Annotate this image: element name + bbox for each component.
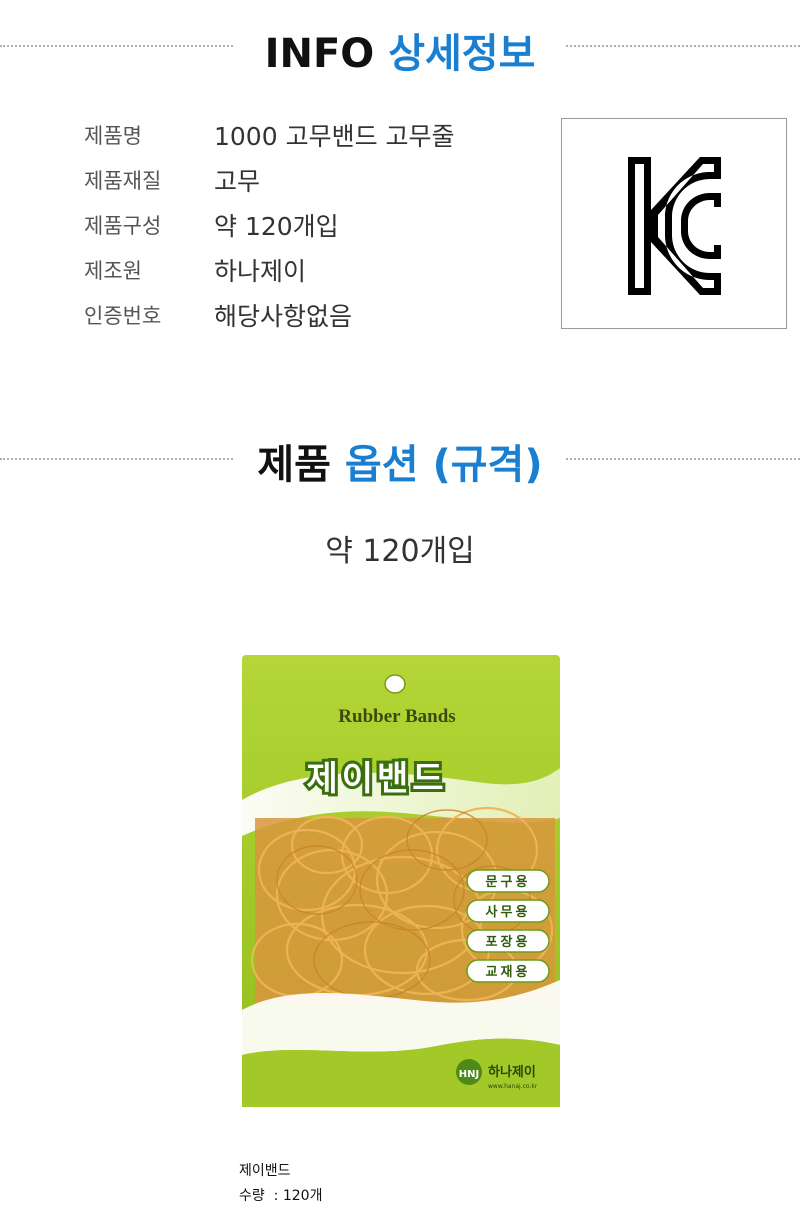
info-row-material: 제품재질 고무 [84, 157, 455, 202]
info-title-latin: INFO [264, 31, 375, 77]
caption-qty-separator: : [264, 1188, 283, 1204]
info-label: 제품구성 [84, 213, 162, 238]
info-row-manufacturer: 제조원 하나제이 [84, 247, 455, 292]
caption-quantity: 수량 : 120개 [239, 1185, 322, 1205]
use-label-text: 사무용 [486, 904, 531, 920]
maker-url: www.hanaj.co.kr [488, 1083, 538, 1090]
caption-qty-label: 수량 [239, 1188, 265, 1204]
kc-certification-box [561, 118, 787, 329]
use-label-text: 포장용 [486, 934, 531, 950]
use-label-text: 교재용 [486, 964, 531, 980]
info-label: 제조원 [84, 258, 142, 283]
info-row-certification: 인증번호 해당사항없음 [84, 292, 455, 337]
info-section-title: INFO 상세정보 [0, 21, 800, 79]
kc-mark-icon [628, 157, 721, 295]
option-section-title: 제품 옵션 (규격) [0, 432, 800, 490]
use-label-text: 문구용 [486, 874, 531, 890]
info-value: 1000 고무밴드 고무줄 [214, 121, 455, 151]
product-info-table: 제품명 1000 고무밴드 고무줄 제품재질 고무 제품구성 약 120개입 제… [84, 112, 455, 337]
package-brand-title: 제이밴드 [306, 759, 447, 799]
info-row-product-name: 제품명 1000 고무밴드 고무줄 [84, 112, 455, 157]
info-label: 제품명 [84, 123, 142, 148]
dotted-divider-right [566, 45, 800, 47]
info-label: 제품재질 [84, 168, 162, 193]
option-title-dark: 제품 [257, 442, 331, 488]
option-section-header: 제품 옵션 (규격) [0, 428, 800, 488]
info-value: 약 120개입 [214, 211, 339, 241]
info-value: 고무 [214, 166, 261, 196]
option-title-accent: 옵션 (규격) [344, 442, 543, 488]
caption-product-name: 제이밴드 [239, 1163, 291, 1179]
info-label: 인증번호 [84, 303, 162, 328]
maker-name: 하나제이 [488, 1064, 536, 1080]
info-row-composition: 제품구성 약 120개입 [84, 202, 455, 247]
hanger-hole [384, 674, 406, 694]
option-value: 약 120개입 [325, 534, 475, 569]
dotted-divider-right [566, 458, 800, 460]
product-package-image: Rubber Bands 제이밴드 문구용 사무용 포장용 교재용 HNJ 하나… [242, 655, 560, 1107]
caption-qty-value: 120개 [282, 1188, 323, 1204]
info-value: 해당사항없음 [214, 301, 353, 331]
package-english-title: Rubber Bands [338, 706, 455, 727]
info-value: 하나제이 [214, 256, 307, 286]
info-title-korean: 상세정보 [388, 31, 536, 77]
maker-logo-text: HNJ [459, 1069, 479, 1080]
info-section-header: INFO 상세정보 [0, 15, 800, 77]
